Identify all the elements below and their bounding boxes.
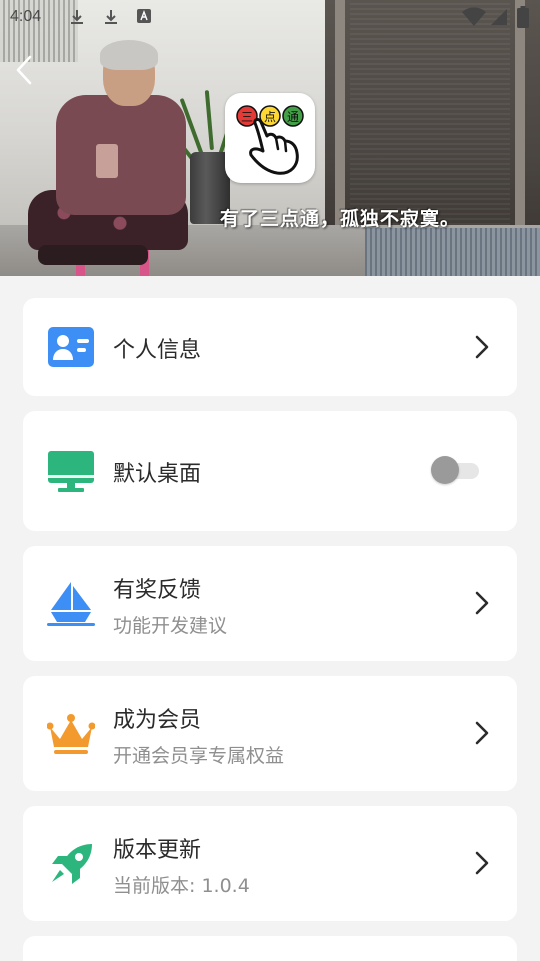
crown-icon xyxy=(47,710,95,758)
menu-item-subtitle: 当前版本: 1.0.4 xyxy=(113,875,250,897)
menu-item-partial[interactable] xyxy=(23,936,517,961)
person-phone xyxy=(96,144,118,178)
rocket-icon xyxy=(47,840,95,888)
download-icon xyxy=(102,8,120,30)
banner-photo-person xyxy=(28,40,198,276)
person-body xyxy=(56,95,186,215)
logo-char: 点 xyxy=(264,110,276,124)
menu-item-subtitle: 开通会员享专属权益 xyxy=(113,745,285,767)
menu-item-title: 成为会员 xyxy=(113,708,202,733)
back-button[interactable] xyxy=(6,54,42,90)
menu-item-title: 版本更新 xyxy=(113,838,202,863)
download-icon xyxy=(68,8,86,30)
battery-icon xyxy=(517,6,529,32)
logo-graphic: 三 点 通 xyxy=(236,105,304,175)
menu-item-title: 默认桌面 xyxy=(113,462,202,487)
menu-item-feedback[interactable]: 有奖反馈 功能开发建议 xyxy=(23,546,517,661)
banner-caption: 有了三点通，孤独不寂寞。 xyxy=(220,208,461,230)
toggle-knob xyxy=(431,456,459,484)
person-feet xyxy=(38,245,148,265)
chevron-right-icon xyxy=(475,335,489,359)
status-time: 4:04 xyxy=(10,8,42,25)
monitor-icon xyxy=(47,447,95,495)
menu-item-version-update[interactable]: 版本更新 当前版本: 1.0.4 xyxy=(23,806,517,921)
chevron-right-icon xyxy=(475,721,489,745)
chevron-right-icon xyxy=(475,851,489,875)
chevron-right-icon xyxy=(475,591,489,615)
logo-char: 三 xyxy=(241,110,253,124)
id-card-icon xyxy=(47,323,95,371)
menu-item-membership[interactable]: 成为会员 开通会员享专属权益 xyxy=(23,676,517,791)
chevron-left-icon xyxy=(15,55,33,89)
menu-item-title: 个人信息 xyxy=(113,338,202,363)
signal-icon xyxy=(490,8,508,30)
wifi-icon xyxy=(462,7,486,31)
app-logo: 三 点 通 xyxy=(225,93,315,183)
menu-item-personal-info[interactable]: 个人信息 xyxy=(23,298,517,396)
menu-item-subtitle: 功能开发建议 xyxy=(113,615,228,637)
banner-photo-door-frame-right xyxy=(515,0,525,240)
feedback-icon xyxy=(47,579,95,627)
person-hair xyxy=(100,40,158,70)
logo-char: 通 xyxy=(287,110,299,124)
notification-a-icon xyxy=(136,8,152,28)
header-banner: 4:04 三 点 通 有了三点通，孤独不寂寞。 xyxy=(0,0,540,276)
banner-photo-doormat xyxy=(365,228,540,276)
default-desktop-toggle[interactable] xyxy=(431,456,479,484)
status-bar: 4:04 xyxy=(0,0,540,36)
menu-item-title: 有奖反馈 xyxy=(113,578,202,603)
menu-item-default-desktop: 默认桌面 xyxy=(23,411,517,531)
